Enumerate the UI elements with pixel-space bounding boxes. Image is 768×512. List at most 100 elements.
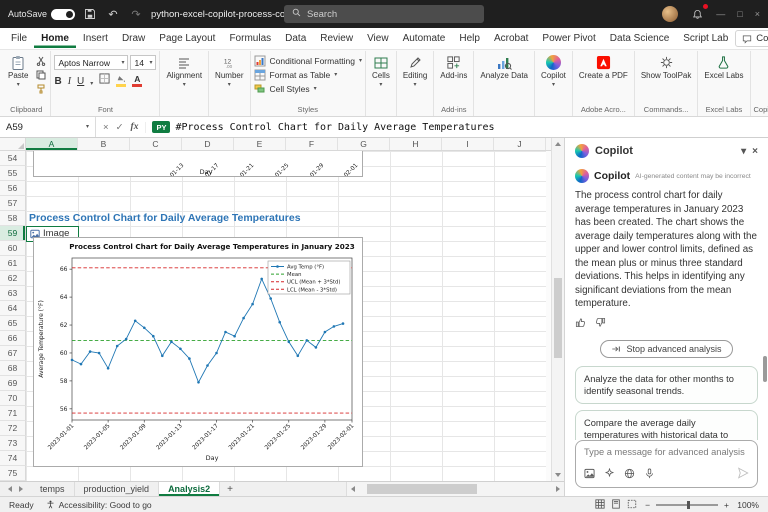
conditional-formatting-button[interactable]: Conditional Formatting ▾ bbox=[254, 55, 363, 67]
row-header-56[interactable]: 56 bbox=[0, 181, 26, 196]
panel-scroll-thumb[interactable] bbox=[763, 356, 767, 382]
copilot-finance-button[interactable]: Copilot for Finance (Preview) bbox=[763, 51, 768, 99]
column-header-C[interactable]: C bbox=[130, 138, 182, 150]
row-header-75[interactable]: 75 bbox=[0, 466, 26, 481]
ribbon-tab-draw[interactable]: Draw bbox=[115, 29, 152, 48]
column-header-H[interactable]: H bbox=[390, 138, 442, 150]
ribbon-tab-page-layout[interactable]: Page Layout bbox=[152, 29, 222, 48]
row-header-58[interactable]: 58 bbox=[0, 211, 26, 226]
row-header-59[interactable]: 59 bbox=[0, 226, 26, 241]
copilot-message-input[interactable]: Type a message for advanced analysis bbox=[575, 440, 758, 488]
undo-icon[interactable]: ↶ bbox=[105, 6, 121, 22]
ribbon-tab-help[interactable]: Help bbox=[452, 29, 487, 48]
format-as-table-button[interactable]: Format as Table ▾ bbox=[254, 69, 363, 81]
microphone-icon[interactable] bbox=[644, 468, 655, 482]
redo-icon[interactable]: ↷ bbox=[128, 6, 144, 22]
ribbon-tab-data-science[interactable]: Data Science bbox=[603, 29, 676, 48]
sheet-tab-analysis2[interactable]: Analysis2 bbox=[159, 482, 220, 496]
row-header-62[interactable]: 62 bbox=[0, 271, 26, 286]
insert-function-icon[interactable]: fx bbox=[131, 122, 139, 132]
row-header-63[interactable]: 63 bbox=[0, 286, 26, 301]
accessibility-status[interactable]: Accessibility: Good to go bbox=[46, 500, 152, 510]
row-header-68[interactable]: 68 bbox=[0, 361, 26, 376]
copilot-suggestion-card[interactable]: Analyze the data for other months to ide… bbox=[575, 366, 758, 404]
column-header-D[interactable]: D bbox=[182, 138, 234, 150]
row-header-74[interactable]: 74 bbox=[0, 451, 26, 466]
sheet-tab-temps[interactable]: temps bbox=[31, 482, 75, 496]
row-header-54[interactable]: 54 bbox=[0, 151, 26, 166]
zoom-level[interactable]: 100% bbox=[735, 500, 759, 510]
row-header-57[interactable]: 57 bbox=[0, 196, 26, 211]
autosave-toggle[interactable]: AutoSave bbox=[8, 9, 75, 20]
ribbon-tab-home[interactable]: Home bbox=[34, 29, 76, 48]
number-button[interactable]: 12.00 Number ▾ bbox=[212, 51, 246, 88]
bold-button[interactable]: B bbox=[54, 76, 61, 87]
row-header-72[interactable]: 72 bbox=[0, 421, 26, 436]
save-icon[interactable] bbox=[82, 6, 98, 22]
column-header-E[interactable]: E bbox=[234, 138, 286, 150]
row-header-71[interactable]: 71 bbox=[0, 406, 26, 421]
column-header-A[interactable]: A bbox=[26, 138, 78, 150]
cell-styles-button[interactable]: Cell Styles ▾ bbox=[254, 83, 363, 95]
copilot-suggestion-card[interactable]: Compare the average daily temperatures w… bbox=[575, 410, 758, 440]
column-header-F[interactable]: F bbox=[286, 138, 338, 150]
column-header-I[interactable]: I bbox=[442, 138, 494, 150]
sheet-nav-left-icon[interactable] bbox=[8, 486, 12, 492]
row-header-73[interactable]: 73 bbox=[0, 436, 26, 451]
ribbon-tab-formulas[interactable]: Formulas bbox=[222, 29, 278, 48]
ribbon-tab-acrobat[interactable]: Acrobat bbox=[487, 29, 535, 48]
window-maximize-button[interactable]: □ bbox=[737, 9, 742, 19]
embedded-chart-control[interactable]: Process Control Chart for Daily Average … bbox=[33, 237, 363, 467]
column-header-J[interactable]: J bbox=[494, 138, 546, 150]
embedded-chart-partial[interactable]: 2023-01-132023-01-172023-01-212023-01-25… bbox=[33, 151, 363, 177]
normal-view-icon[interactable] bbox=[595, 499, 605, 511]
borders-button[interactable] bbox=[99, 73, 110, 87]
row-header-64[interactable]: 64 bbox=[0, 301, 26, 316]
copy-button[interactable] bbox=[34, 69, 47, 80]
paste-button[interactable]: Paste ▾ bbox=[5, 51, 31, 88]
ribbon-tab-review[interactable]: Review bbox=[313, 29, 360, 48]
page-layout-view-icon[interactable] bbox=[611, 499, 621, 511]
row-header-70[interactable]: 70 bbox=[0, 391, 26, 406]
ribbon-tab-power-pivot[interactable]: Power Pivot bbox=[535, 29, 602, 48]
search-input[interactable]: Search bbox=[284, 5, 484, 23]
show-toolpak-button[interactable]: Show ToolPak bbox=[638, 51, 695, 81]
row-header-61[interactable]: 61 bbox=[0, 256, 26, 271]
underline-button[interactable]: U bbox=[77, 76, 84, 87]
italic-button[interactable]: I bbox=[68, 76, 71, 87]
create-pdf-button[interactable]: Create a PDF bbox=[576, 51, 631, 81]
addins-button[interactable]: Add-ins bbox=[437, 51, 470, 81]
ribbon-tab-data[interactable]: Data bbox=[278, 29, 313, 48]
chevron-down-icon[interactable]: ▾ bbox=[741, 146, 746, 157]
sheet-tab-production_yield[interactable]: production_yield bbox=[75, 482, 160, 496]
page-break-view-icon[interactable] bbox=[627, 499, 637, 511]
stop-advanced-analysis-button[interactable]: Stop advanced analysis bbox=[600, 340, 732, 358]
window-close-button[interactable]: × bbox=[755, 9, 760, 19]
ribbon-tab-automate[interactable]: Automate bbox=[396, 29, 453, 48]
select-all-corner[interactable] bbox=[0, 138, 26, 150]
close-icon[interactable]: × bbox=[752, 146, 758, 157]
vertical-scrollbar[interactable] bbox=[551, 138, 564, 481]
add-sheet-button[interactable]: + bbox=[220, 482, 240, 496]
row-header-65[interactable]: 65 bbox=[0, 316, 26, 331]
thumbs-down-icon[interactable] bbox=[595, 317, 606, 331]
cancel-entry-icon[interactable]: × bbox=[103, 122, 109, 133]
column-header-G[interactable]: G bbox=[338, 138, 390, 150]
comments-button[interactable]: Comments bbox=[735, 30, 768, 47]
row-header-69[interactable]: 69 bbox=[0, 376, 26, 391]
formula-input[interactable]: #Process Control Chart for Daily Average… bbox=[175, 122, 494, 133]
confirm-entry-icon[interactable]: ✓ bbox=[116, 122, 124, 133]
notifications-icon[interactable] bbox=[689, 6, 705, 22]
format-painter-button[interactable] bbox=[34, 83, 47, 94]
copilot-button[interactable]: Copilot ▾ bbox=[538, 51, 569, 88]
sheet-grid[interactable]: 2023-01-132023-01-172023-01-212023-01-25… bbox=[26, 151, 546, 481]
editing-button[interactable]: Editing ▾ bbox=[400, 51, 430, 88]
cells-button[interactable]: Cells ▾ bbox=[369, 51, 393, 88]
ribbon-tab-insert[interactable]: Insert bbox=[76, 29, 115, 48]
send-icon[interactable] bbox=[737, 467, 749, 482]
window-minimize-button[interactable]: — bbox=[716, 9, 725, 19]
alignment-button[interactable]: Alignment ▾ bbox=[163, 51, 205, 88]
ribbon-tab-script-lab[interactable]: Script Lab bbox=[676, 29, 735, 48]
fill-color-button[interactable] bbox=[116, 75, 126, 87]
row-header-60[interactable]: 60 bbox=[0, 241, 26, 256]
